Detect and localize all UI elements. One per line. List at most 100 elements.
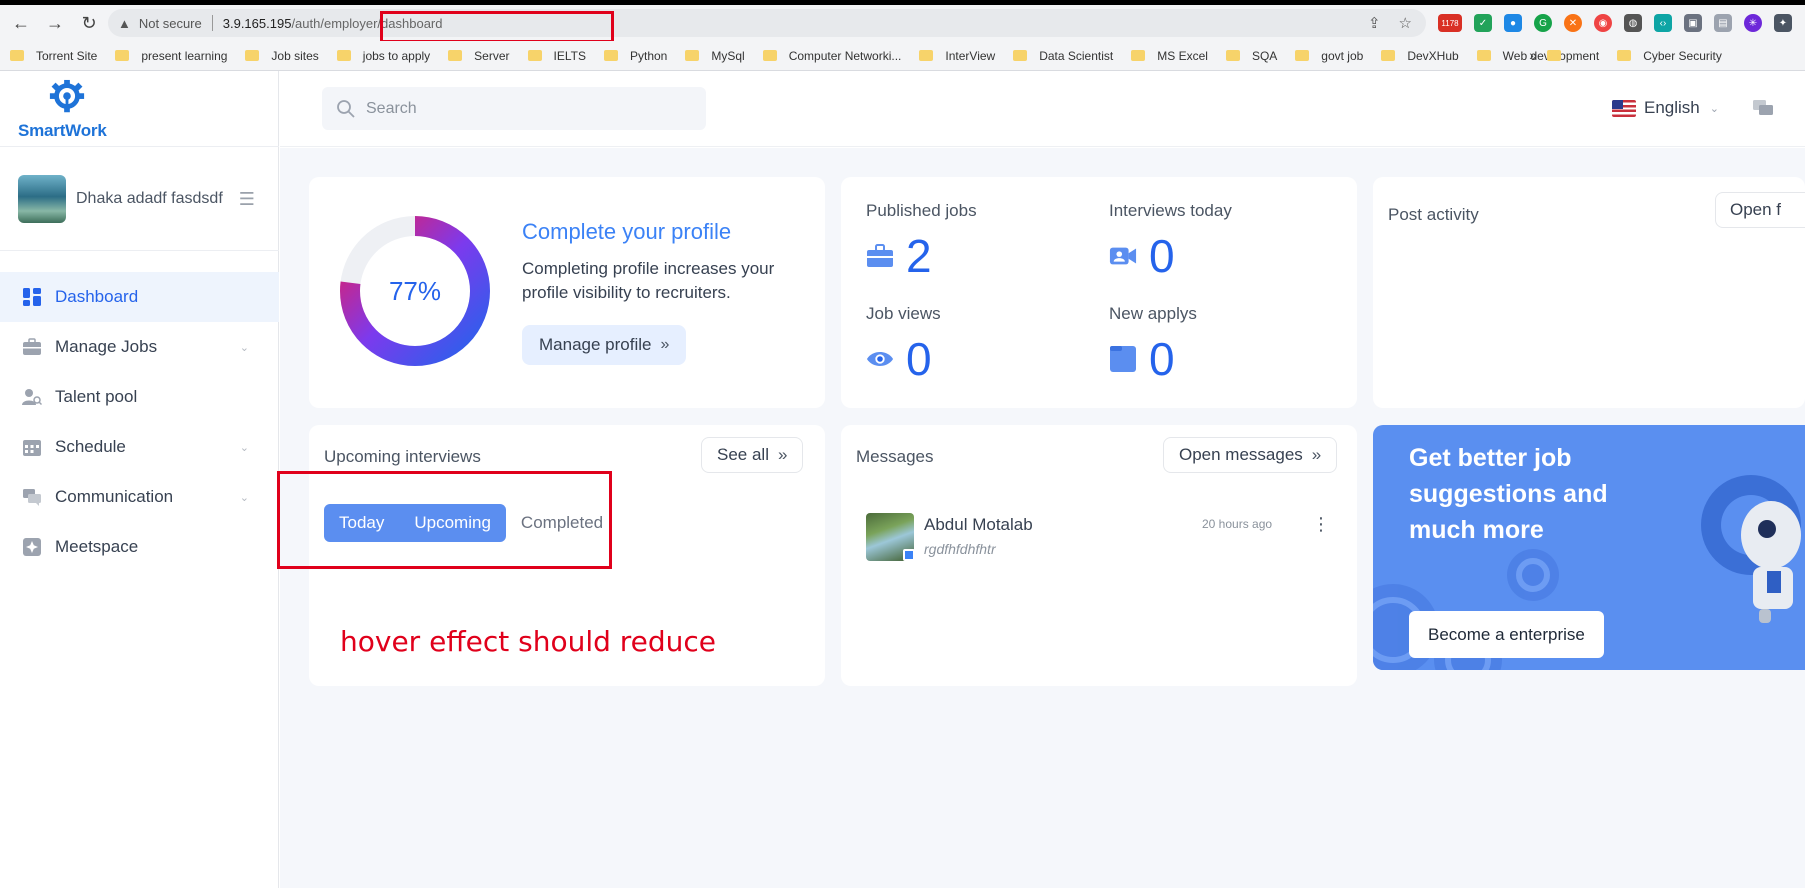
open-post-activity-button[interactable]: Open f [1715,192,1805,228]
bookmark-star-icon[interactable]: ☆ [1399,14,1412,32]
post-activity-card: Post activity Open f [1373,177,1805,408]
folder-icon [1617,50,1632,61]
open-messages-button[interactable]: Open messages » [1163,437,1338,473]
address-bar[interactable]: ▲ Not secure 3.9.165.195/auth/employer/d… [108,9,1426,43]
double-chevron-right-icon: » [660,336,670,353]
tabs-annotation-box [277,471,612,569]
bookmark-item[interactable]: InterView [919,49,995,63]
star-extension-icon[interactable]: ✳ [1744,14,1762,32]
video-camera-icon [1109,242,1137,270]
hamburger-menu-icon[interactable]: ☰ [239,189,255,210]
folder-icon [685,50,700,61]
sidebar-item-manage-jobs[interactable]: Manage Jobs ⌄ [0,322,279,372]
message-time: 20 hours ago [1202,517,1273,531]
sidebar-item-communication[interactable]: Communication ⌄ [0,472,279,522]
screen-extension-icon[interactable]: ▣ [1684,14,1702,32]
stat-new-applys[interactable]: New applys 0 [1109,304,1197,382]
gear-logo-icon [49,79,85,113]
sidebar-item-dashboard[interactable]: Dashboard [0,272,279,322]
bookmark-item[interactable]: Torrent Site [10,49,97,63]
window-extension-icon[interactable]: ▤ [1714,14,1732,32]
sidebar-item-talent-pool[interactable]: Talent pool [0,372,279,422]
bookmark-item[interactable]: Data Scientist [1013,49,1113,63]
profile-percent: 77% [388,275,442,306]
double-chevron-right-icon: » [777,445,788,464]
user-profile[interactable]: Dhaka adadf fasdsdf ☰ [18,175,268,223]
drop-extension-icon[interactable]: ● [1504,14,1522,32]
stat-interviews-today[interactable]: Interviews today 0 [1109,201,1232,279]
user-search-icon [22,387,42,407]
chevron-down-icon[interactable]: ⌄ [240,491,249,504]
dashboard-icon [22,287,42,307]
search-input[interactable] [366,99,686,118]
see-all-button[interactable]: See all » [701,437,804,473]
browser-toolbar: ← → ↻ ▲ Not secure 3.9.165.195/auth/empl… [0,5,1805,43]
reload-icon[interactable]: ↻ [72,8,106,38]
bookmark-item[interactable]: SQA [1225,49,1277,63]
bookmark-label: DevXHub [1407,48,1459,63]
chat-icon[interactable] [1752,99,1774,124]
bookmark-item[interactable]: Web development [1476,49,1599,63]
more-vertical-icon[interactable]: ⋮ [1312,515,1330,533]
red-extension-icon[interactable]: ◉ [1594,14,1612,32]
bookmark-item[interactable]: Server [448,49,510,63]
briefcase-icon [22,337,42,357]
back-icon[interactable]: ← [4,8,38,38]
bookmark-item[interactable]: jobs to apply [336,49,430,63]
puzzle-extension-icon[interactable]: ✦ [1774,14,1792,32]
bookmark-item[interactable]: present learning [115,49,227,63]
stat-job-views[interactable]: Job views 0 [866,304,941,382]
message-sender: Abdul Motalab [924,515,1033,534]
bookmark-label: InterView [945,48,996,63]
message-badge-icon [903,549,915,561]
gmail-extension-icon[interactable]: 1178 [1438,14,1462,32]
bookmark-item[interactable]: DevXHub [1381,48,1459,63]
more-bookmarks-icon[interactable]: » [1529,47,1537,63]
profile-card-description: Completing profile increases your profil… [522,259,775,302]
bookmark-item[interactable]: MySql [685,48,745,63]
folder-icon[interactable] [1547,50,1561,61]
sidebar-item-meetspace[interactable]: Meetspace [0,522,279,572]
bookmark-label: Computer Networki... [788,48,902,63]
bookmark-label: Cyber Security [1643,48,1722,63]
bookmark-label: Python [629,48,668,63]
share-icon[interactable]: ⇪ [1368,14,1381,32]
bookmark-item[interactable]: Python [603,48,668,63]
forward-icon[interactable]: → [38,8,72,38]
message-item[interactable]: Abdul Motalab rgdfhfdhfhtr 20 hours ago … [866,513,1336,563]
bookmark-item[interactable]: Computer Networki... [762,48,902,63]
search-box[interactable] [322,87,706,130]
bookmark-label: Job sites [271,48,319,63]
bookmark-label: MySql [711,48,745,63]
promo-banner: Get better job suggestions and much more… [1373,425,1805,670]
profile-card-title[interactable]: Complete your profile [522,219,731,245]
sidebar-item-label: Schedule [55,437,126,456]
bookmark-item[interactable]: Job sites [245,48,319,63]
bookmark-label: present learning [141,48,228,63]
chevron-down-icon[interactable]: ⌄ [240,341,249,354]
folder-icon [448,50,463,61]
code-extension-icon[interactable]: ‹› [1654,14,1672,32]
stat-published-jobs[interactable]: Published jobs 2 [866,201,977,279]
orange-extension-icon[interactable]: ✕ [1564,14,1582,32]
us-flag-icon [1612,99,1636,117]
language-selector[interactable]: English ⌄ [1612,98,1719,118]
shield-extension-icon[interactable]: ✓ [1474,14,1492,32]
eye-icon [866,345,894,373]
manage-profile-button[interactable]: Manage profile » [522,325,687,365]
manage-profile-label: Manage profile [539,335,652,354]
stat-value: 0 [906,333,932,385]
grammarly-extension-icon[interactable]: G [1534,14,1552,32]
sidebar-divider [0,146,279,147]
become-enterprise-button[interactable]: Become a enterprise [1409,611,1604,658]
bookmark-item[interactable]: Cyber Security [1617,49,1722,63]
mouse-extension-icon[interactable]: ◍ [1624,14,1642,32]
chevron-down-icon[interactable]: ⌄ [240,441,249,454]
logo[interactable]: SmartWork [18,79,118,143]
bookmark-label: Torrent Site [36,48,98,63]
bookmark-item[interactable]: MS Excel [1131,49,1208,63]
bookmark-item[interactable]: govt job [1295,49,1363,63]
briefcase-icon [866,242,894,270]
bookmark-item[interactable]: IELTS [527,49,586,63]
sidebar-item-schedule[interactable]: Schedule ⌄ [0,422,279,472]
